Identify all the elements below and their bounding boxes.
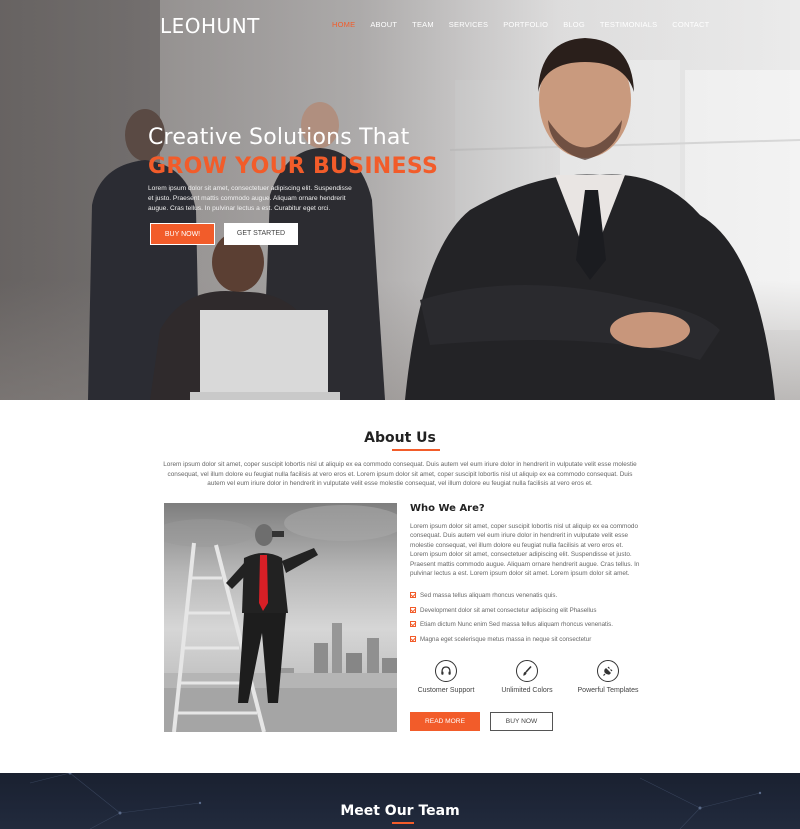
- hero-text-block: Creative Solutions That GROW YOUR BUSINE…: [148, 124, 448, 214]
- hero-section: LEOHUNT HOME ABOUT TEAM SERVICES PORTFOL…: [0, 0, 800, 400]
- feature-label: Powerful Templates: [577, 687, 639, 694]
- nav-home[interactable]: HOME: [332, 20, 355, 29]
- team-title: Meet Our Team: [340, 803, 460, 819]
- feature-customer-support: Customer Support: [401, 660, 491, 694]
- team-section: [0, 773, 800, 829]
- headset-icon: [435, 660, 457, 682]
- hero-title: Creative Solutions That: [148, 125, 410, 150]
- buy-now-button[interactable]: BUY NOW: [490, 712, 553, 731]
- feature-label: Unlimited Colors: [501, 687, 553, 694]
- nav-testimonials[interactable]: TESTIMONIALS: [600, 20, 657, 29]
- about-image: [164, 503, 397, 732]
- hero-get-started-button[interactable]: GET STARTED: [224, 223, 298, 245]
- about-description: Lorem ipsum dolor sit amet, coper suscip…: [163, 461, 637, 488]
- main-menu: HOME ABOUT TEAM SERVICES PORTFOLIO BLOG …: [332, 20, 724, 29]
- network-background: [29, 773, 762, 829]
- about-title-underline: [392, 449, 440, 451]
- nav-about[interactable]: ABOUT: [370, 20, 397, 29]
- list-item: Sed massa tellus aliquam rhoncus venenat…: [410, 591, 650, 606]
- hero-highlight: GROW YOUR BUSINESS: [148, 154, 439, 179]
- checkbox-icon: [410, 621, 416, 627]
- nav-services[interactable]: SERVICES: [449, 20, 488, 29]
- who-we-are-title: Who We Are?: [410, 503, 485, 514]
- hero-description: Lorem ipsum dolor sit amet, consectetuer…: [148, 185, 352, 212]
- read-more-button[interactable]: READ MORE: [410, 712, 480, 731]
- plug-icon: [597, 660, 619, 682]
- list-item: Magna eget scelerisque metus massa in ne…: [410, 635, 650, 650]
- who-we-are-text: Lorem ipsum dolor sit amet, coper suscip…: [410, 523, 640, 578]
- checkbox-icon: [410, 635, 416, 642]
- top-navbar: LEOHUNT HOME ABOUT TEAM SERVICES PORTFOL…: [0, 0, 800, 52]
- feature-label: Customer Support: [417, 687, 475, 694]
- nav-blog[interactable]: BLOG: [563, 20, 585, 29]
- feature-checklist: Sed massa tellus aliquam rhoncus venenat…: [410, 591, 650, 649]
- list-item: Development dolor sit amet consectetur a…: [410, 606, 650, 621]
- team-title-underline: [392, 822, 414, 824]
- list-item: Etiam dictum Nunc enim Sed massa tellus …: [410, 620, 650, 635]
- checkbox-icon: [410, 592, 416, 598]
- feature-unlimited-colors: Unlimited Colors: [482, 660, 572, 694]
- brand-logo[interactable]: LEOHUNT: [160, 14, 260, 38]
- hero-buy-now-button[interactable]: BUY NOW!: [150, 223, 215, 245]
- checkbox-icon: [410, 606, 416, 613]
- nav-contact[interactable]: CONTACT: [672, 20, 709, 29]
- businessman-ladder-illustration: [164, 505, 397, 732]
- nav-portfolio[interactable]: PORTFOLIO: [503, 20, 548, 29]
- nav-team[interactable]: TEAM: [412, 20, 434, 29]
- about-title: About Us: [364, 430, 436, 446]
- brush-icon: [516, 660, 538, 682]
- feature-powerful-templates: Powerful Templates: [563, 660, 653, 694]
